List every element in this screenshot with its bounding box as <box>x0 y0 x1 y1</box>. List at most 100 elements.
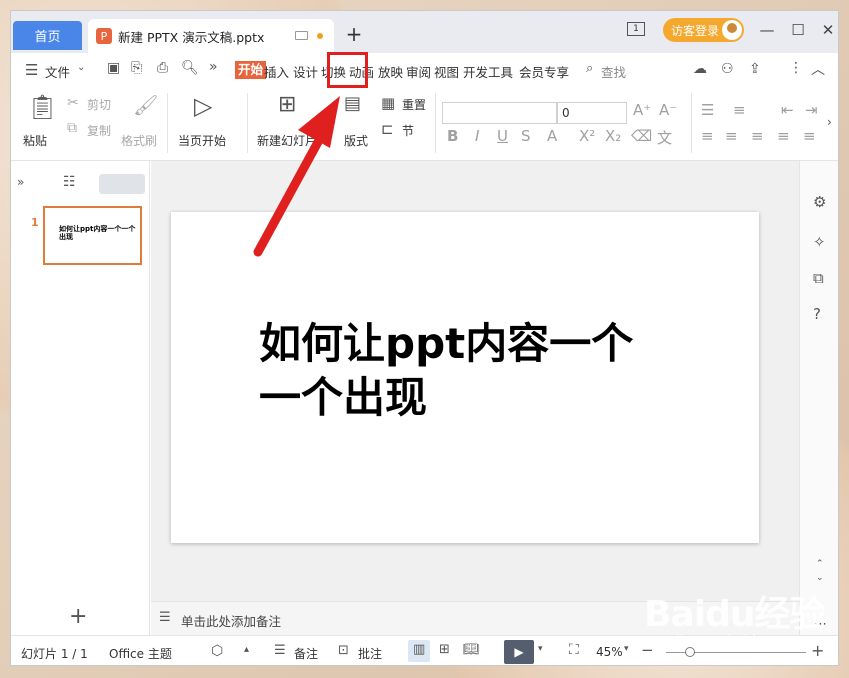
transform-icon[interactable]: ⧉ <box>813 269 824 287</box>
scroll-up-icon[interactable]: ⌃ <box>816 559 824 569</box>
home-tab[interactable]: 首页 <box>13 21 82 50</box>
superscript-icon[interactable]: X² <box>579 127 595 145</box>
strikethrough-icon[interactable]: S <box>521 127 531 145</box>
indent-decrease-icon[interactable]: ⇤ <box>781 101 794 119</box>
collapse-ribbon-icon[interactable]: ︿ <box>811 59 825 79</box>
title-bar: 首页 P 新建 PPTX 演示文稿.pptx + 1 访客登录 — ☐ ✕ <box>11 11 838 53</box>
justify-icon[interactable]: ≡ <box>777 127 790 145</box>
cube-icon[interactable]: ⬡ <box>211 643 223 659</box>
align-left-icon[interactable]: ≡ <box>701 127 714 145</box>
up-arrow-icon[interactable]: ▴ <box>244 644 249 655</box>
font-name-select[interactable] <box>442 102 557 124</box>
increase-font-icon[interactable]: A⁺ <box>633 101 651 119</box>
zoom-level[interactable]: 45% <box>596 645 623 659</box>
notes-button[interactable]: 备注 <box>294 645 318 662</box>
settings-sliders-icon[interactable]: ⚙ <box>813 193 826 211</box>
magic-icon[interactable]: ✧ <box>813 233 826 251</box>
thumbnail-text: 如何让ppt内容一个一个出现 <box>59 225 136 241</box>
menu-tab-design[interactable]: 设计 <box>293 62 318 81</box>
grid-view-icon[interactable]: ⊞ <box>439 642 450 657</box>
eraser-icon[interactable]: ⌫ <box>631 127 652 145</box>
layout-icon[interactable]: ▤ <box>344 93 361 114</box>
file-menu[interactable]: 文件 <box>45 62 70 81</box>
more-options-icon[interactable]: ⋮ <box>789 60 803 76</box>
align-center-icon[interactable]: ≡ <box>725 127 738 145</box>
new-slide-icon[interactable]: ⊞ <box>278 92 296 117</box>
font-color-icon[interactable]: A <box>547 127 557 145</box>
share-icon[interactable]: ⇪ <box>749 61 761 77</box>
slide-thumbnail-pane: » ☷ 1 如何让ppt内容一个一个出现 <box>11 161 150 601</box>
decrease-font-icon[interactable]: A⁻ <box>659 101 677 119</box>
new-tab-button[interactable]: + <box>344 22 364 46</box>
menu-tab-view[interactable]: 视图 <box>434 62 459 81</box>
menu-tab-review[interactable]: 审阅 <box>406 62 431 81</box>
menu-tab-slideshow[interactable]: 放映 <box>378 62 403 81</box>
play-options-icon[interactable]: ▾ <box>538 644 543 654</box>
play-slideshow-button[interactable]: ▶ <box>504 640 534 664</box>
ribbon-scroll-right-icon[interactable]: › <box>827 115 832 129</box>
chevron-down-icon[interactable]: ⌄ <box>77 62 85 73</box>
copy-button[interactable]: 复制 <box>87 122 111 139</box>
window-count-icon[interactable]: 1 <box>627 22 645 36</box>
share-user-icon[interactable]: ⚇ <box>721 61 734 77</box>
cut-button[interactable]: 剪切 <box>87 96 111 113</box>
start-from-current-button[interactable]: 当页开始 <box>178 132 226 149</box>
theme-name[interactable]: Office 主题 <box>109 645 172 662</box>
slide-thumbnail[interactable]: 如何让ppt内容一个一个出现 <box>43 206 142 265</box>
menu-tab-member[interactable]: 会员专享 <box>519 62 569 81</box>
underline-icon[interactable]: U <box>497 127 508 145</box>
slide-view-toggle[interactable] <box>99 174 145 194</box>
section-icon[interactable]: ⊏ <box>381 120 394 138</box>
save-icon[interactable]: ▣ <box>107 60 120 76</box>
layout-button[interactable]: 版式 <box>344 132 368 149</box>
paste-button[interactable]: 粘贴 <box>23 132 47 149</box>
indent-increase-icon[interactable]: ⇥ <box>805 101 818 119</box>
guest-login-button[interactable]: 访客登录 <box>663 18 744 42</box>
fit-window-icon[interactable]: ⛶ <box>569 642 579 658</box>
section-button[interactable]: 节 <box>402 122 414 139</box>
comments-button[interactable]: 批注 <box>358 645 382 662</box>
add-slide-area: + <box>11 601 150 635</box>
more-chevron-icon[interactable]: » <box>209 59 218 75</box>
scroll-down-icon[interactable]: ⌄ <box>816 573 824 583</box>
slide-counter: 幻灯片 1 / 1 <box>21 647 88 661</box>
hamburger-icon[interactable]: ☰ <box>25 61 38 79</box>
search-input[interactable]: 查找 <box>601 62 626 81</box>
menu-tab-insert[interactable]: 插入 <box>264 62 289 81</box>
new-slide-button[interactable]: 新建幻灯片 <box>257 132 317 149</box>
slide-title[interactable]: 如何让ppt内容一个 一个出现 <box>259 317 679 425</box>
export-icon[interactable]: ⎘ <box>131 60 142 76</box>
print-icon[interactable]: ⎙ <box>157 60 168 76</box>
slide[interactable]: 如何让ppt内容一个 一个出现 <box>171 212 759 543</box>
document-tab[interactable]: P 新建 PPTX 演示文稿.pptx <box>88 19 334 53</box>
search-icon[interactable]: ⌕ <box>586 61 593 76</box>
minimize-icon[interactable]: — <box>756 19 778 41</box>
preview-icon[interactable]: 🔍︎ <box>181 60 199 76</box>
font-size-select[interactable]: 0 <box>557 102 627 124</box>
align-right-icon[interactable]: ≡ <box>751 127 764 145</box>
play-from-current-icon[interactable]: ▷ <box>194 92 212 120</box>
subscript-icon[interactable]: X₂ <box>605 127 621 145</box>
menu-tab-start[interactable]: 开始 <box>235 61 267 79</box>
close-icon[interactable]: ✕ <box>817 19 838 41</box>
zoom-dropdown-icon[interactable]: ▾ <box>624 644 629 654</box>
italic-icon[interactable]: I <box>475 127 479 145</box>
cloud-icon[interactable]: ☁ <box>693 61 707 77</box>
format-painter-button[interactable]: 格式刷 <box>121 132 157 149</box>
bold-icon[interactable]: B <box>447 127 458 145</box>
menu-tab-developer[interactable]: 开发工具 <box>463 62 513 81</box>
outline-view-icon[interactable]: ☷ <box>63 174 76 190</box>
numbered-list-icon[interactable]: ≡ <box>733 101 746 119</box>
reset-icon[interactable]: ▦ <box>381 94 395 112</box>
expand-pane-icon[interactable]: » <box>17 175 24 189</box>
pinyin-icon[interactable]: 文 <box>657 127 672 148</box>
reading-view-icon[interactable]: 📖︎ <box>463 642 480 657</box>
paste-icon[interactable]: 📋︎ <box>27 93 57 121</box>
bullet-list-icon[interactable]: ☰ <box>701 101 714 119</box>
add-slide-button[interactable]: + <box>69 604 87 629</box>
maximize-icon[interactable]: ☐ <box>787 19 809 41</box>
reset-button[interactable]: 重置 <box>402 96 426 113</box>
monitor-icon[interactable] <box>295 31 308 40</box>
help-icon[interactable]: ? <box>813 305 821 323</box>
distribute-icon[interactable]: ≡ <box>803 127 816 145</box>
